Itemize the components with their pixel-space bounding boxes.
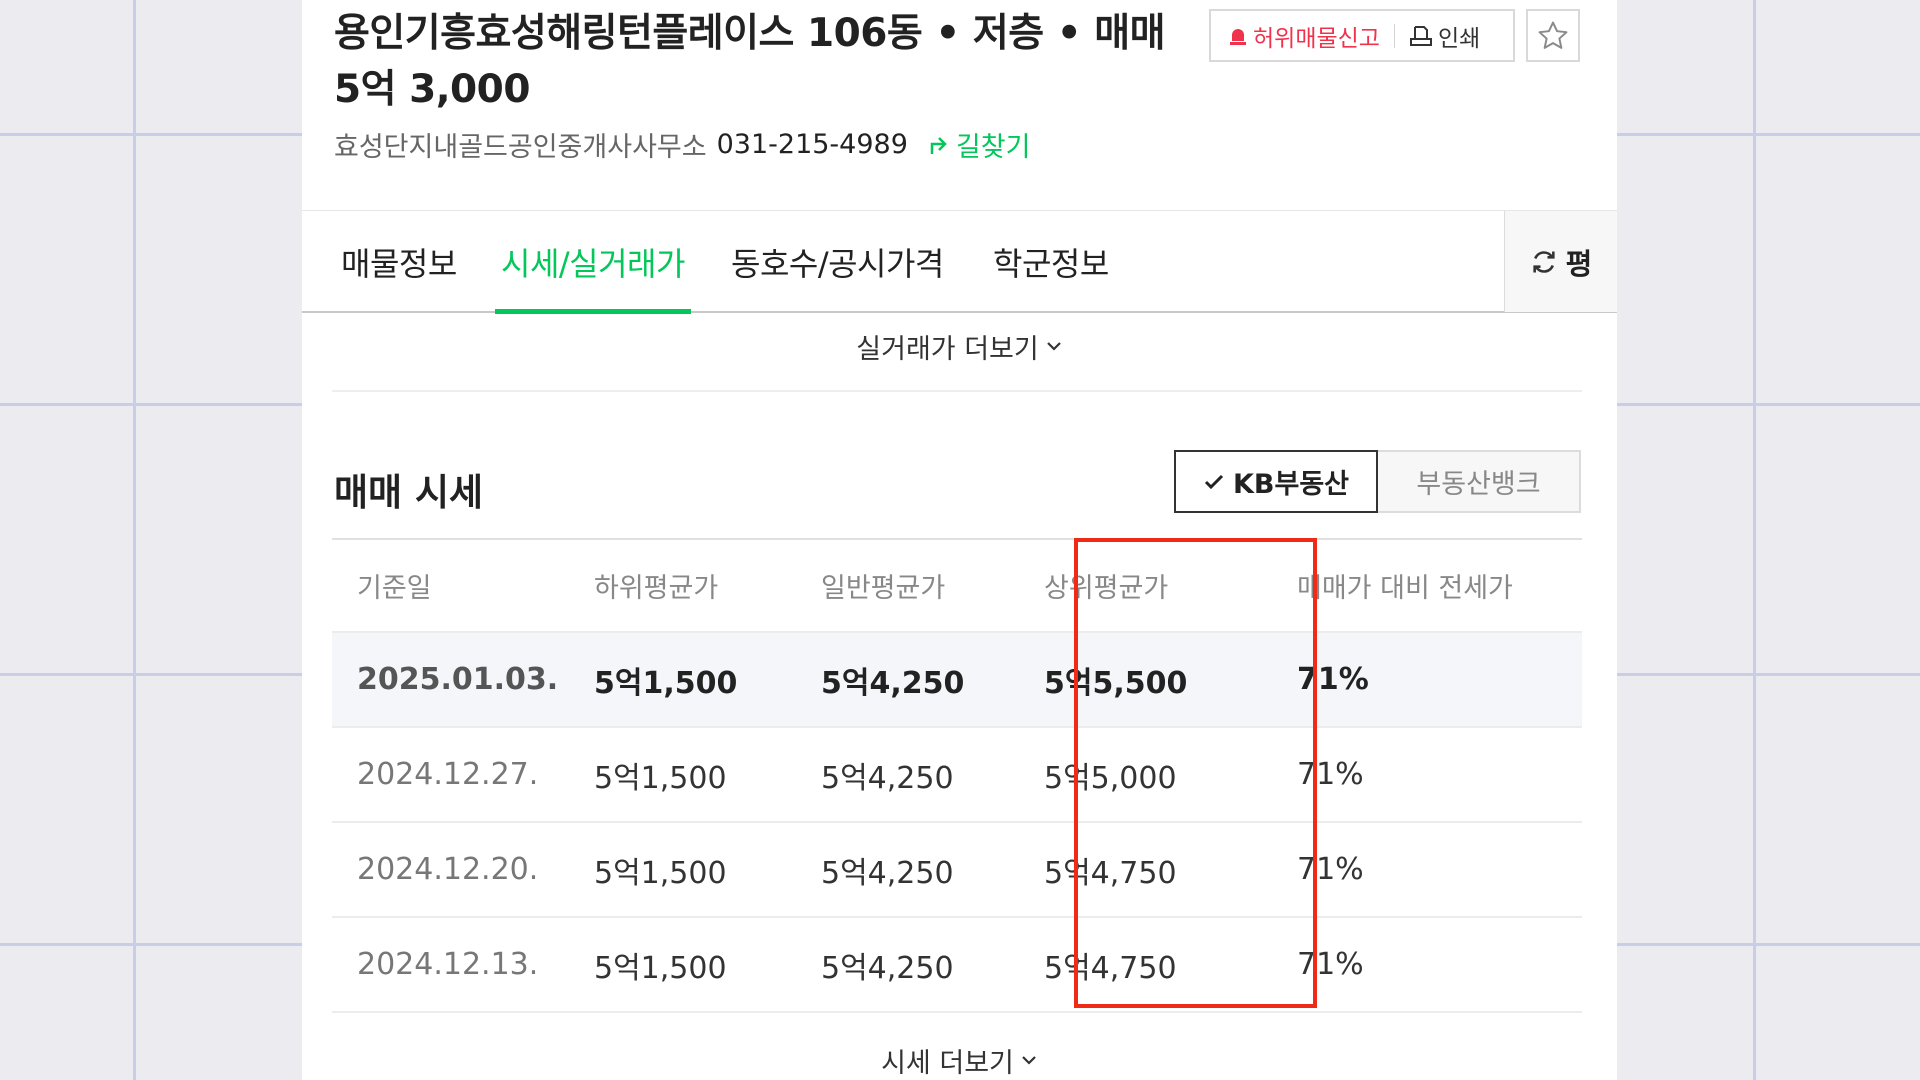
header-upper-avg: 상위평균가 <box>1044 573 1169 604</box>
cell-base-date: 2024.12.27. <box>357 757 539 792</box>
header-base-date: 기준일 <box>357 573 432 604</box>
cell-upper-avg: 5억5,000 <box>1044 760 1177 796</box>
price-table: 기준일 하위평균가 일반평균가 상위평균가 매매가 대비 전세가 2025.01… <box>332 538 1582 1013</box>
cell-general-avg: 5억4,250 <box>821 665 965 701</box>
section-divider <box>332 390 1582 392</box>
tab-listing-info[interactable]: 매물정보 <box>341 211 457 312</box>
print-label: 인쇄 <box>1437 25 1481 52</box>
refresh-icon <box>1533 250 1555 273</box>
tab-school-info[interactable]: 학군정보 <box>993 211 1109 312</box>
alarm-icon <box>1230 28 1246 45</box>
tab-price-transactions[interactable]: 시세/실거래가 <box>495 211 691 314</box>
report-button[interactable]: 허위매물신고 <box>1211 19 1380 53</box>
section-title: 매매 시세 <box>334 471 484 514</box>
action-divider <box>1393 23 1395 48</box>
real-price-more-label: 실거래가 더보기 <box>856 333 1039 365</box>
cell-jeonse-ratio: 71% <box>1297 757 1364 792</box>
agency-phone[interactable]: 031-215-4989 <box>717 129 908 160</box>
source-kb-button[interactable]: KB부동산 <box>1174 450 1378 513</box>
price-more-label: 시세 더보기 <box>881 1047 1014 1079</box>
favorite-button[interactable] <box>1526 9 1580 62</box>
listing-panel: 용인기흥효성해링턴플레이스 106동 • 저층 • 매매 5억 3,000 효성… <box>302 0 1617 1080</box>
source-bank-label: 부동산뱅크 <box>1416 469 1541 500</box>
cell-upper-avg: 5억5,500 <box>1044 665 1188 701</box>
directions-label: 길찾기 <box>955 131 1031 163</box>
agency-name: 효성단지내골드공인중개사사무소 <box>334 131 707 163</box>
header-jeonse-ratio: 매매가 대비 전세가 <box>1297 573 1513 604</box>
source-kb-label: KB부동산 <box>1232 469 1350 500</box>
cell-lower-avg: 5억1,500 <box>594 760 727 796</box>
report-label: 허위매물신고 <box>1253 25 1380 52</box>
listing-title: 용인기흥효성해링턴플레이스 106동 • 저층 • 매매 5억 3,000 <box>334 6 1214 118</box>
detail-tabs: 매물정보 시세/실거래가 동호수/공시가격 학군정보 평 <box>302 210 1617 314</box>
cell-general-avg: 5억4,250 <box>821 855 954 891</box>
cell-lower-avg: 5억1,500 <box>594 665 738 701</box>
cell-base-date: 2024.12.13. <box>357 947 539 982</box>
source-bank-button[interactable]: 부동산뱅크 <box>1378 450 1581 513</box>
print-button[interactable]: 인쇄 <box>1409 19 1480 53</box>
table-body: 2025.01.03. 5억1,500 5억4,250 5억5,500 71% … <box>332 633 1582 1013</box>
header-general-avg: 일반평균가 <box>821 573 946 604</box>
print-icon <box>1409 25 1432 46</box>
cell-base-date: 2025.01.03. <box>357 662 559 697</box>
directions-link[interactable]: 길찾기 <box>928 125 1031 164</box>
price-more-button[interactable]: 시세 더보기 <box>302 1040 1617 1080</box>
star-icon <box>1538 21 1568 49</box>
cell-jeonse-ratio: 71% <box>1297 852 1364 887</box>
cell-lower-avg: 5억1,500 <box>594 950 727 986</box>
cell-jeonse-ratio: 71% <box>1297 947 1364 982</box>
cell-general-avg: 5억4,250 <box>821 950 954 986</box>
table-row: 2025.01.03. 5억1,500 5억4,250 5억5,500 71% <box>332 633 1582 728</box>
table-header-row: 기준일 하위평균가 일반평균가 상위평균가 매매가 대비 전세가 <box>332 540 1582 633</box>
listing-price: 5억 3,000 <box>334 67 530 112</box>
agency-info: 효성단지내골드공인중개사사무소 031-215-4989 길찾기 <box>334 122 1030 166</box>
header-lower-avg: 하위평균가 <box>594 573 719 604</box>
check-icon <box>1204 474 1224 489</box>
table-row: 2024.12.27. 5억1,500 5억4,250 5억5,000 71% <box>332 728 1582 823</box>
chevron-down-icon <box>1046 342 1061 351</box>
listing-title-line1: 용인기흥효성해링턴플레이스 106동 • 저층 • 매매 <box>334 11 1166 56</box>
table-row: 2024.12.20. 5억1,500 5억4,250 5억4,750 71% <box>332 823 1582 918</box>
price-source-toggle: KB부동산 부동산뱅크 <box>1174 450 1581 513</box>
cell-jeonse-ratio: 71% <box>1297 662 1369 697</box>
chevron-down-icon <box>1022 1056 1036 1065</box>
cell-general-avg: 5억4,250 <box>821 760 954 796</box>
listing-actions: 허위매물신고 인쇄 <box>1209 9 1515 62</box>
cell-upper-avg: 5억4,750 <box>1044 855 1177 891</box>
area-unit-toggle[interactable]: 평 <box>1504 211 1617 312</box>
cell-lower-avg: 5억1,500 <box>594 855 727 891</box>
directions-icon <box>930 137 947 154</box>
cell-upper-avg: 5억4,750 <box>1044 950 1177 986</box>
unit-toggle-label: 평 <box>1565 246 1593 281</box>
table-row: 2024.12.13. 5억1,500 5억4,250 5억4,750 71% <box>332 918 1582 1013</box>
cell-base-date: 2024.12.20. <box>357 852 539 887</box>
real-price-more-button[interactable]: 실거래가 더보기 <box>302 325 1617 367</box>
tab-unit-public-price[interactable]: 동호수/공시가격 <box>731 211 944 312</box>
